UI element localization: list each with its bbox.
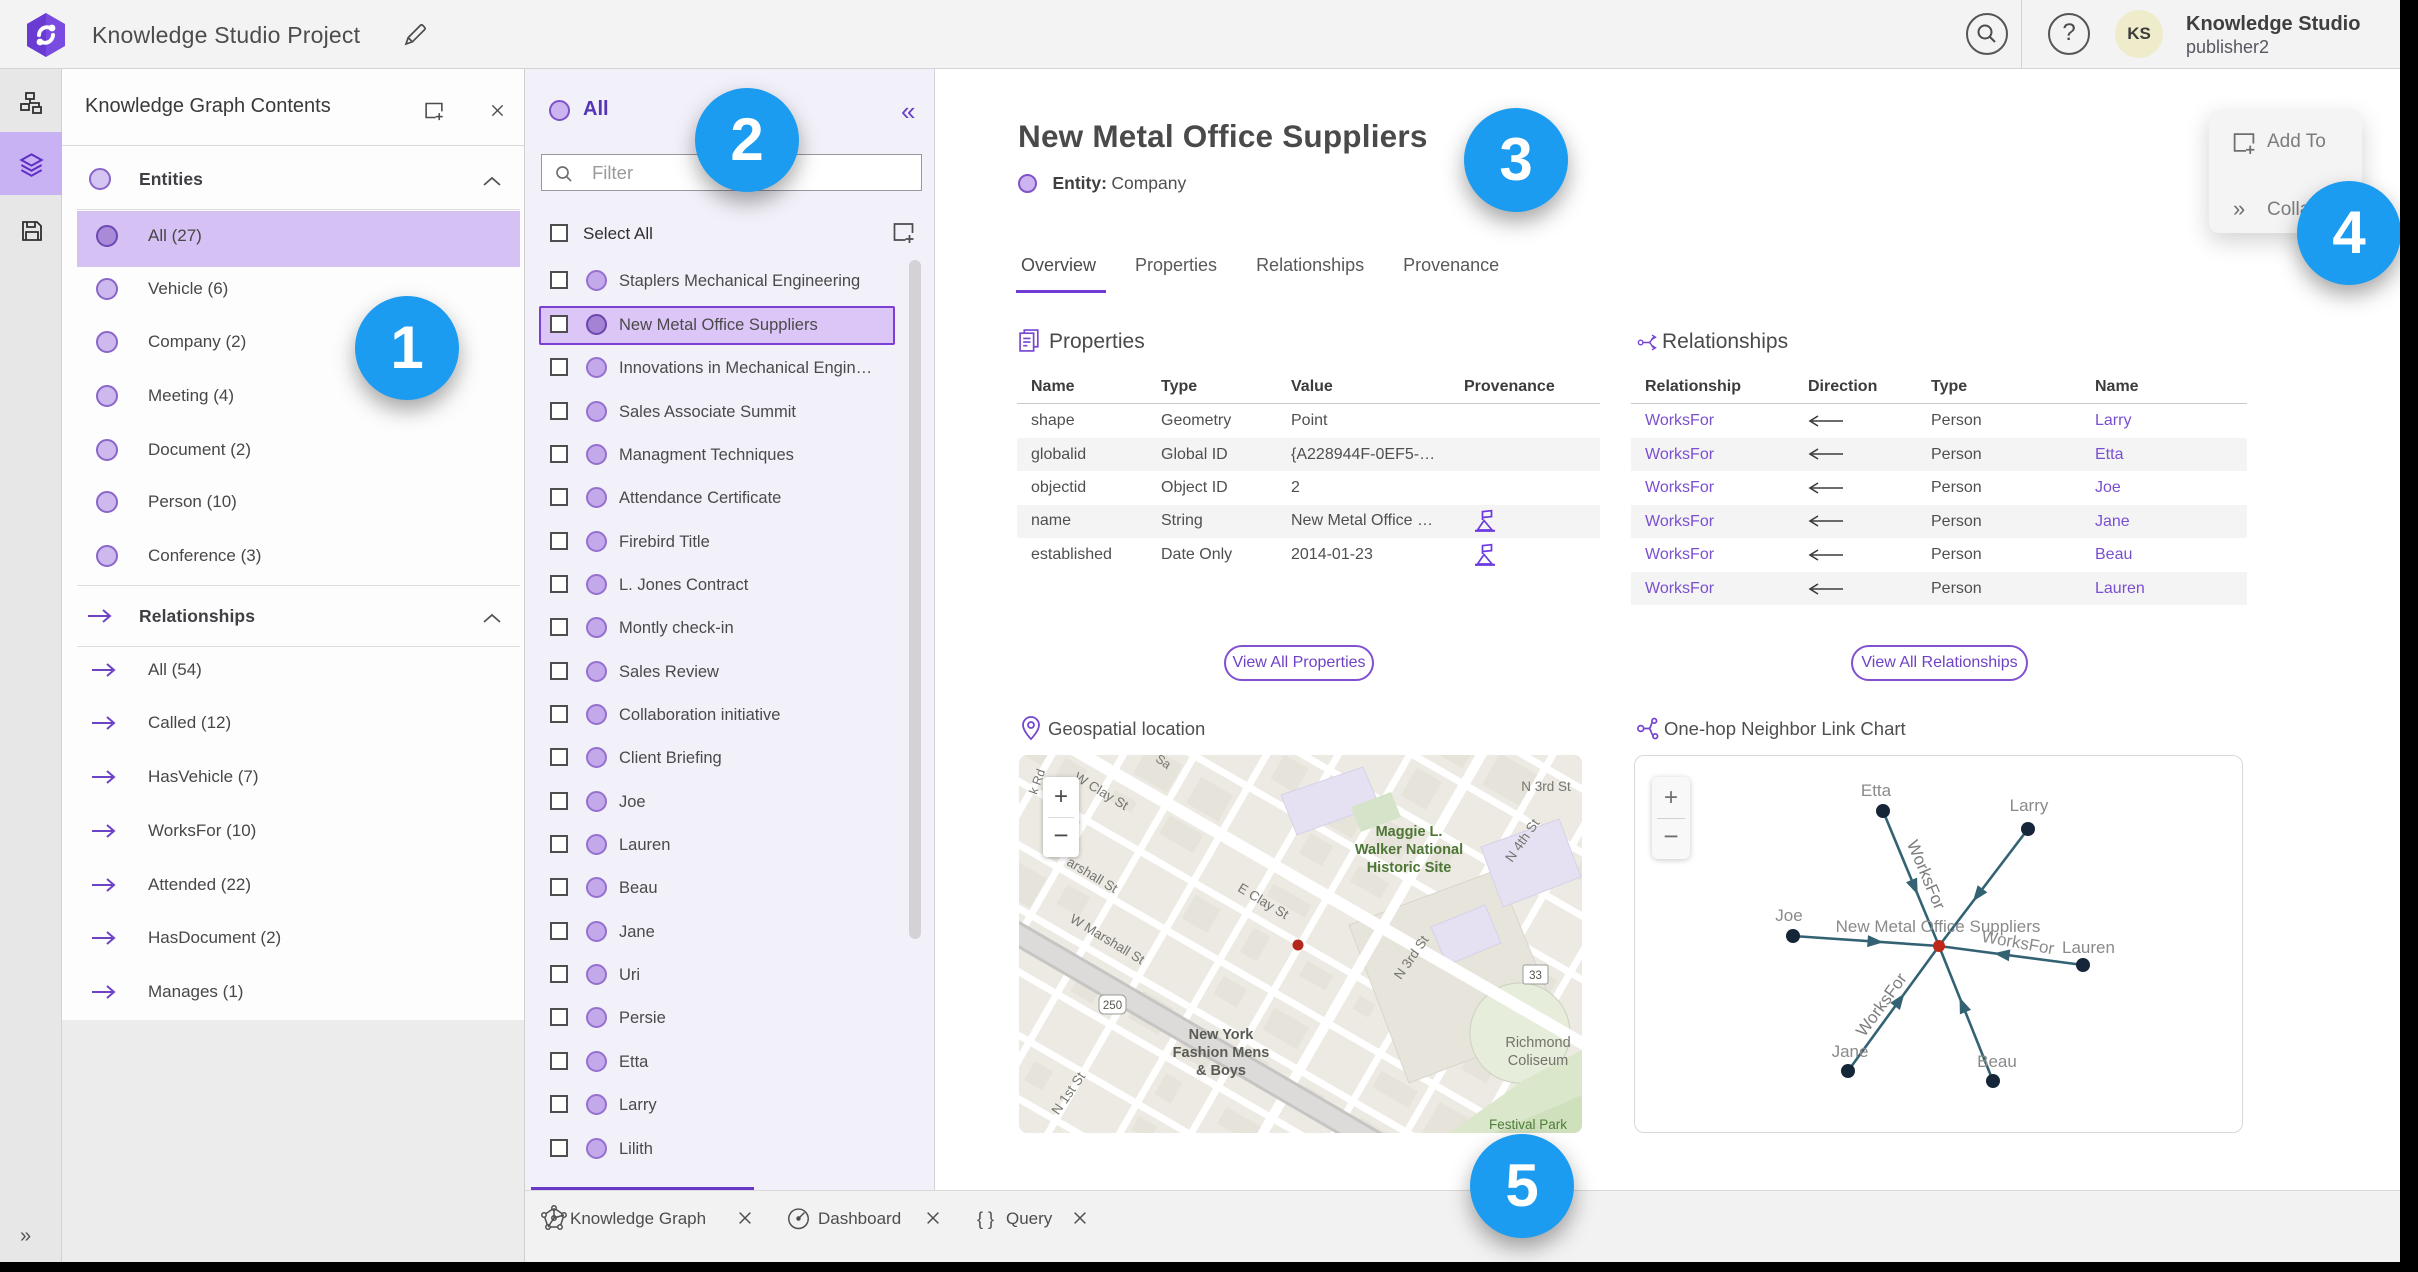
- svg-text:Etta: Etta: [1861, 781, 1892, 800]
- svg-text:& Boys: & Boys: [1196, 1063, 1246, 1079]
- svg-text:Joe: Joe: [1775, 906, 1802, 925]
- svg-text:Larry: Larry: [2010, 796, 2049, 815]
- svg-text:Walker National: Walker National: [1355, 842, 1463, 858]
- svg-text:Coliseum: Coliseum: [1508, 1053, 1568, 1069]
- svg-text:Historic Site: Historic Site: [1367, 860, 1452, 876]
- svg-text:New York: New York: [1189, 1027, 1255, 1043]
- svg-text:Festival Park: Festival Park: [1489, 1117, 1567, 1132]
- svg-text:Maggie L.: Maggie L.: [1376, 824, 1443, 840]
- svg-text:Fashion Mens: Fashion Mens: [1173, 1045, 1270, 1061]
- svg-text:WorksFor: WorksFor: [1852, 969, 1911, 1040]
- svg-text:250: 250: [1103, 1000, 1122, 1012]
- svg-text:N 3rd St: N 3rd St: [1521, 779, 1571, 794]
- svg-text:Lauren: Lauren: [2062, 938, 2115, 957]
- svg-text:33: 33: [1529, 970, 1542, 982]
- svg-text:Jane: Jane: [1832, 1042, 1869, 1061]
- svg-text:Beau: Beau: [1977, 1052, 2017, 1071]
- svg-text:Richmond: Richmond: [1505, 1035, 1570, 1051]
